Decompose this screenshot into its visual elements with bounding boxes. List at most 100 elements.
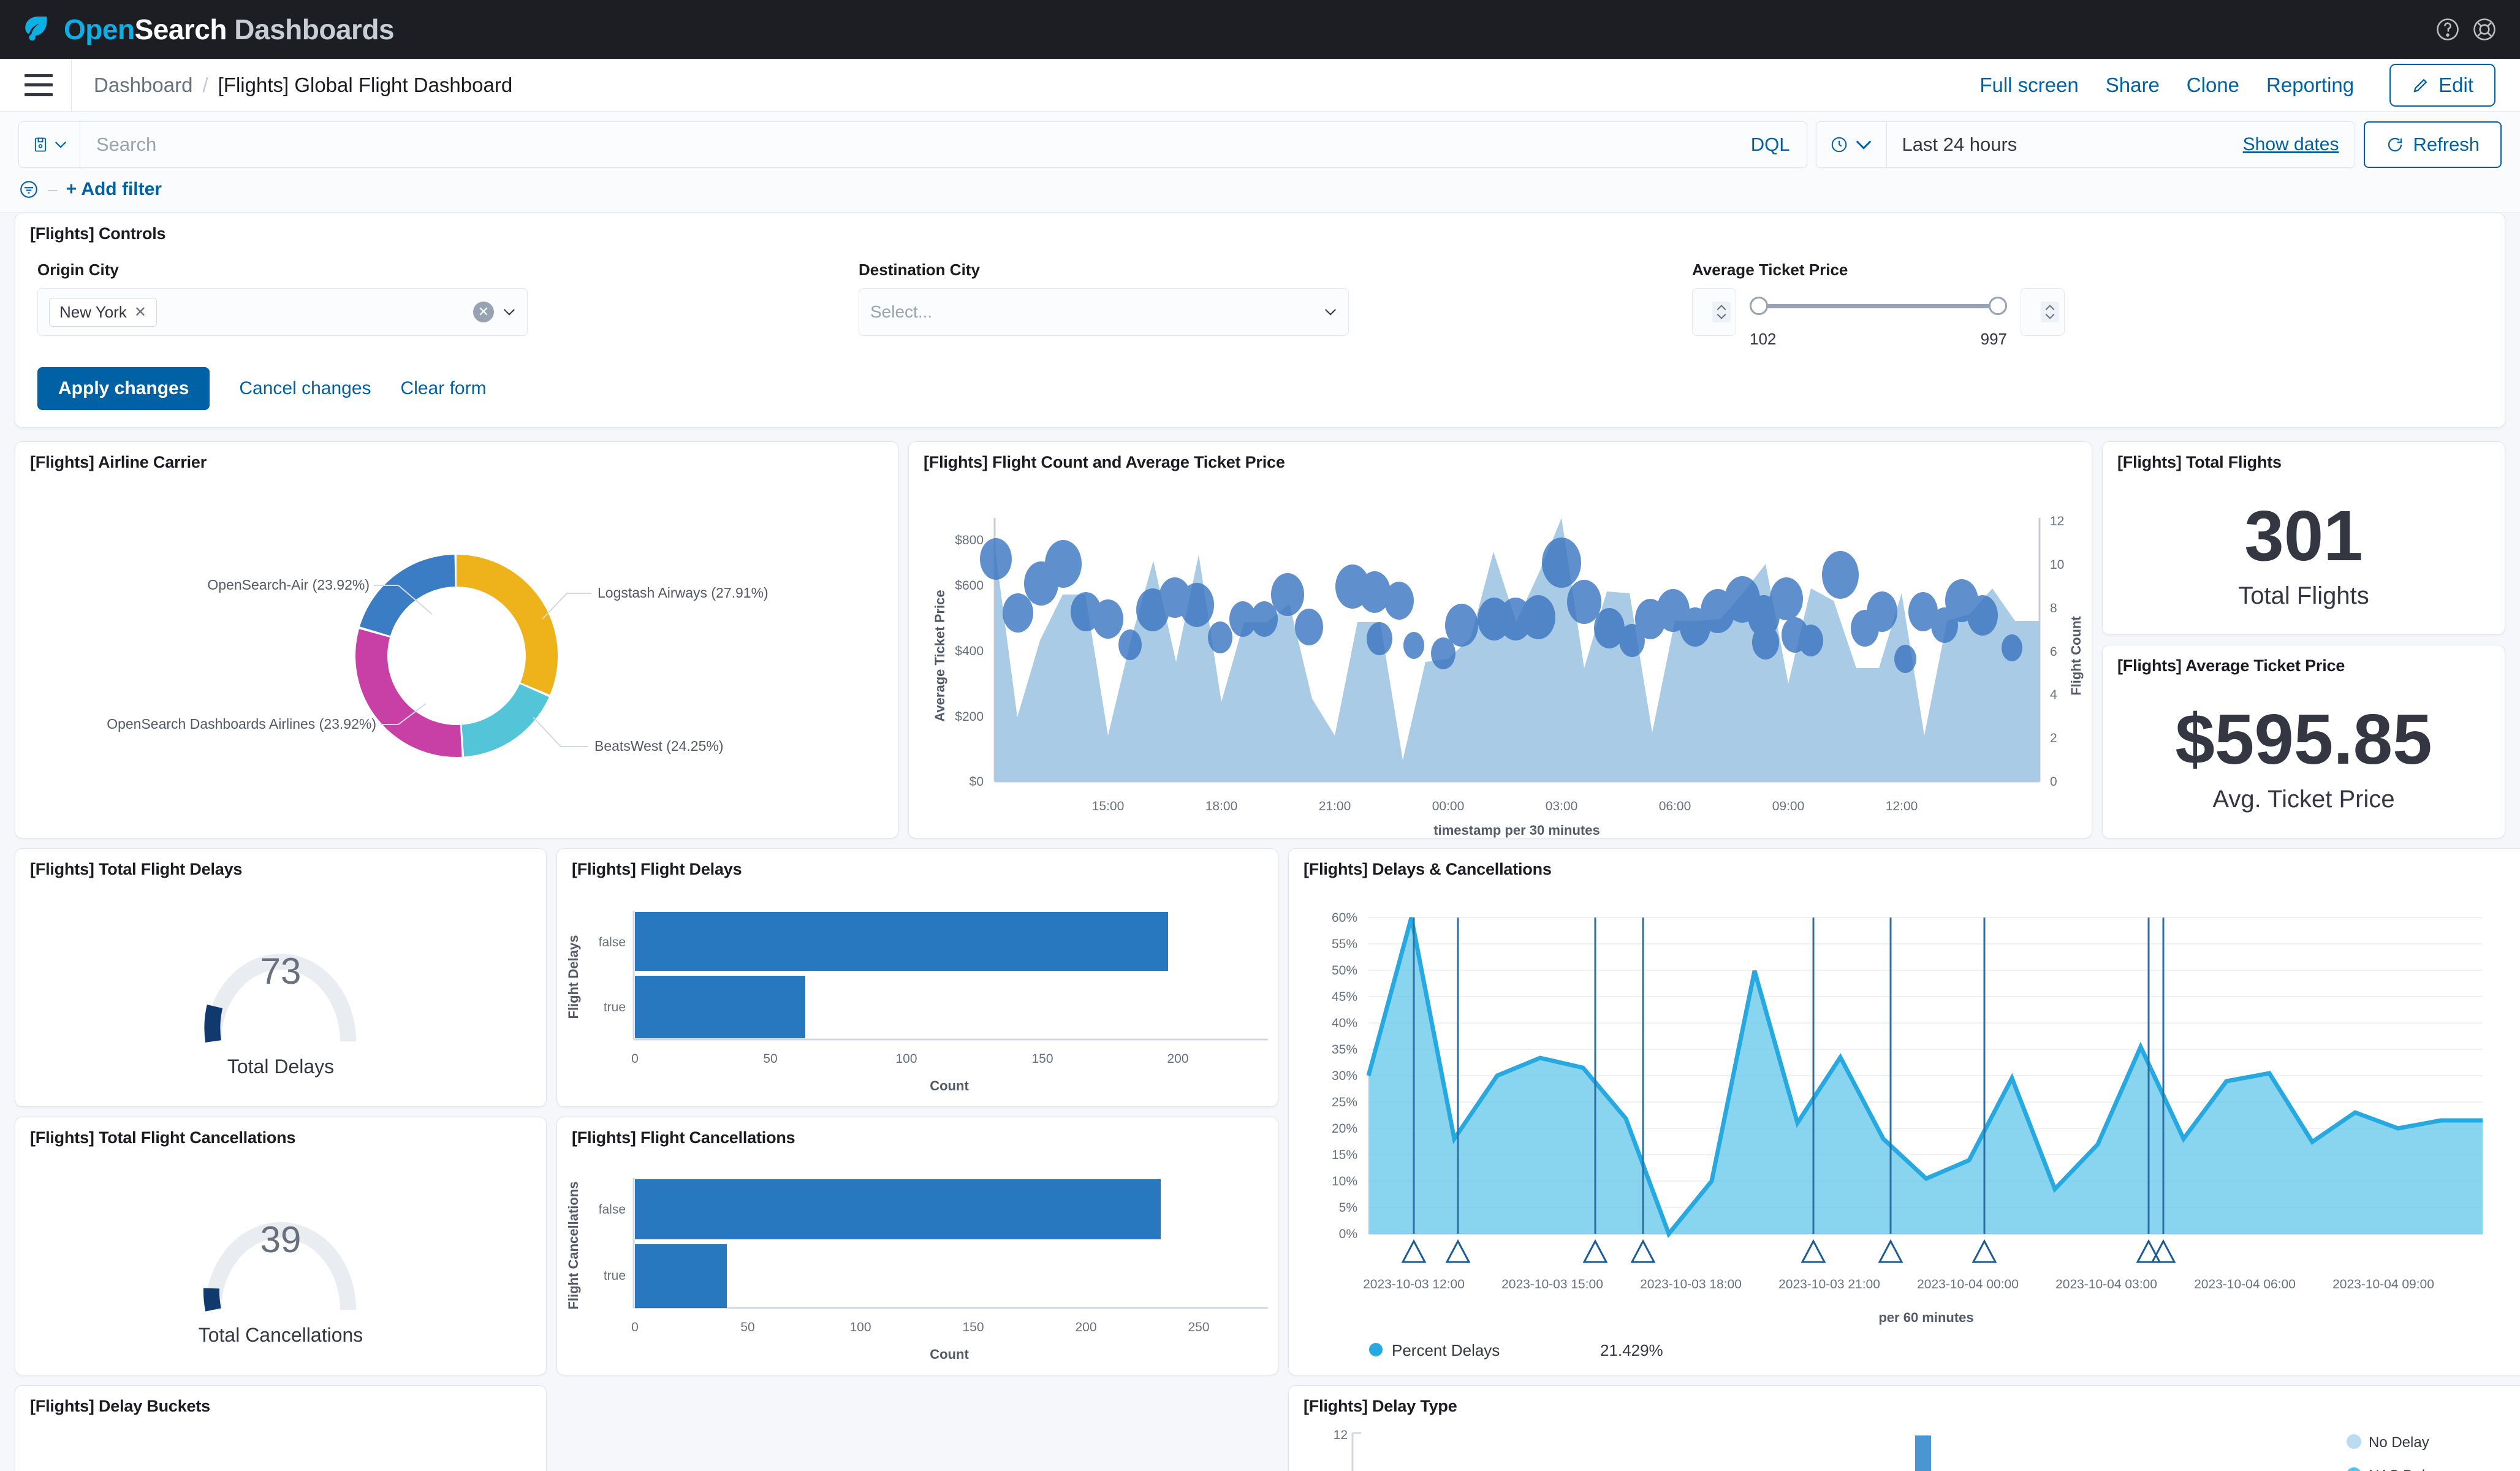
delays-cancellations-area-chart[interactable]: 60% 55% 50% 45% 40% 35% 30% 25% 20% 15% 10% 5%… [1289, 879, 2520, 1375]
dataset-selector-button[interactable] [19, 122, 80, 167]
average-ticket-price-label: Avg. Ticket Price [2212, 785, 2395, 813]
gauges-column: [Flights] Total Flight Delays 73 Total D… [15, 848, 547, 1471]
legend-label-percent-delays[interactable]: Percent Delays [1392, 1341, 1500, 1359]
time-range-label[interactable]: Last 24 hours [1887, 134, 2242, 156]
average-ticket-price-value: $595.85 [2175, 699, 2432, 779]
price-max-stepper[interactable] [2021, 288, 2065, 336]
svg-text:0%: 0% [1339, 1227, 1357, 1241]
svg-text:2023-10-04 09:00: 2023-10-04 09:00 [2332, 1277, 2434, 1291]
flight-delays-title: [Flights] Flight Delays [572, 860, 742, 878]
origin-city-control: Origin City New York ✕ ✕ [37, 260, 859, 349]
header-icon-group [2434, 16, 2498, 43]
airline-carrier-donut-chart[interactable]: OpenSearch-Air (23.92%) Logstash Airways… [15, 472, 898, 840]
svg-text:00:00: 00:00 [1432, 799, 1465, 813]
svg-text:50: 50 [740, 1320, 754, 1334]
donut-slice-opensearch-air[interactable] [360, 555, 455, 636]
svg-text:15%: 15% [1332, 1148, 1357, 1162]
delay-type-bar[interactable] [1915, 1435, 1931, 1471]
origin-city-select[interactable]: New York ✕ ✕ [37, 288, 528, 336]
flight-count-area-bubble-chart[interactable]: $0$200 $400$600 $800 02 46 810 12 15:00 … [909, 472, 2092, 840]
flight-delays-cat-true: true [604, 1000, 626, 1014]
price-min-stepper[interactable] [1692, 288, 1736, 336]
date-quick-select-button[interactable] [1816, 122, 1888, 167]
add-filter-button[interactable]: + Add filter [66, 179, 162, 200]
flight-delays-bar-chart[interactable]: false true 0 50 100 150 200 Count Flight D… [557, 879, 1278, 1107]
delays-x-axis-title: per 60 minutes [1878, 1310, 1973, 1325]
flight-cancellations-bar-chart[interactable]: false true 0 50 100 150 200 250 Count Fligh… [557, 1147, 1278, 1375]
bar-true[interactable] [635, 1244, 727, 1308]
destination-city-select[interactable]: Select... [859, 288, 1349, 336]
refresh-icon [2388, 137, 2402, 152]
flight-cancellations-x-title: Count [930, 1347, 969, 1362]
breadcrumb-parent[interactable]: Dashboard [94, 74, 192, 97]
clock-icon [1832, 137, 1847, 153]
price-range-slider[interactable]: 102 997 [1750, 288, 2007, 349]
total-flight-cancellations-panel: [Flights] Total Flight Cancellations 39 … [15, 1117, 547, 1375]
svg-text:30%: 30% [1332, 1069, 1357, 1083]
query-language-button[interactable]: DQL [1734, 122, 1807, 167]
slider-handle-min[interactable] [1750, 297, 1768, 315]
total-flight-delays-panel: [Flights] Total Flight Delays 73 Total D… [15, 848, 547, 1107]
close-icon[interactable]: ✕ [134, 303, 146, 321]
cancellation-warning-icons[interactable] [1401, 1239, 2176, 1263]
svg-text:15:00: 15:00 [1092, 799, 1125, 813]
refresh-button[interactable]: Refresh [2364, 121, 2502, 168]
full-screen-button[interactable]: Full screen [1979, 74, 2078, 97]
clear-all-icon[interactable]: ✕ [473, 302, 494, 322]
show-dates-button[interactable]: Show dates [2243, 134, 2355, 155]
life-ring-icon[interactable] [2471, 16, 2498, 43]
svg-text:09:00: 09:00 [1772, 799, 1805, 813]
chevron-down-icon[interactable] [1324, 308, 1337, 316]
bar-false[interactable] [635, 1179, 1161, 1239]
clear-form-button[interactable]: Clear form [401, 378, 487, 399]
filter-bar: – + Add filter [18, 168, 2502, 212]
svg-text:10%: 10% [1332, 1174, 1357, 1188]
edit-button[interactable]: Edit [2389, 63, 2495, 107]
average-ticket-price-control: Average Ticket Price 102 997 [1692, 260, 2483, 349]
svg-text:50: 50 [763, 1052, 777, 1066]
svg-text:0: 0 [631, 1052, 639, 1066]
clone-button[interactable]: Clone [2187, 74, 2239, 97]
legend-label-no-delay[interactable]: No Delay [2369, 1434, 2429, 1451]
donut-slice-opensearch-dashboards-airlines[interactable] [355, 629, 462, 758]
donut-slice-logstash-airways[interactable] [457, 555, 558, 695]
brand-dashboards: Dashboards [234, 13, 395, 45]
help-circle-icon[interactable] [2434, 16, 2461, 43]
bar-false[interactable] [635, 912, 1168, 971]
brand-logo-area[interactable]: OpenSearch Dashboards [22, 12, 395, 47]
flight-delays-x-title: Count [930, 1078, 969, 1093]
origin-city-label: Origin City [37, 260, 119, 279]
search-input[interactable] [80, 122, 1734, 167]
origin-city-selected-pill[interactable]: New York ✕ [49, 297, 157, 327]
flight-count-y2-axis-title: Flight Count [2068, 616, 2084, 696]
delay-buckets-panel: [Flights] Delay Buckets [15, 1385, 547, 1471]
flight-cancellations-cat-false: false [599, 1203, 626, 1217]
reporting-button[interactable]: Reporting [2266, 74, 2354, 97]
legend-label-nas-delay[interactable]: NAS Delay [2369, 1467, 2440, 1471]
delays-x-axis-ticks: 2023-10-03 12:00 2023-10-03 15:00 2023-10… [1363, 1277, 2434, 1291]
apply-changes-button[interactable]: Apply changes [37, 367, 210, 410]
app-header: OpenSearch Dashboards [0, 0, 2520, 59]
bar-true[interactable] [635, 976, 805, 1038]
chevron-down-icon [55, 142, 66, 148]
svg-text:2023-10-03 18:00: 2023-10-03 18:00 [1640, 1277, 1742, 1291]
breadcrumb-bar: Dashboard / [Flights] Global Flight Dash… [0, 58, 2520, 112]
slider-handle-max[interactable] [1989, 297, 2007, 315]
flight-count-y-axis-ticks: $0 $200 $400 $600 $800 [955, 533, 984, 789]
chevron-down-icon[interactable] [503, 308, 516, 316]
flight-count-panel: [Flights] Flight Count and Average Ticke… [908, 441, 2092, 838]
hamburger-menu-icon[interactable] [25, 74, 53, 96]
average-ticket-price-title: [Flights] Average Ticket Price [2117, 656, 2345, 675]
filter-icon[interactable] [18, 179, 39, 200]
svg-text:60%: 60% [1332, 911, 1357, 925]
svg-text:2023-10-03 12:00: 2023-10-03 12:00 [1363, 1277, 1465, 1291]
delay-type-bar-chart[interactable]: 12 No Delay NAS Delay [1289, 1416, 2520, 1471]
average-ticket-price-label: Average Ticket Price [1692, 260, 1848, 279]
svg-text:$200: $200 [955, 710, 984, 724]
average-ticket-price-panel: [Flights] Average Ticket Price $595.85 A… [2102, 645, 2505, 838]
share-button[interactable]: Share [2106, 74, 2160, 97]
legend-dot-nas-delay [2347, 1467, 2361, 1471]
cancel-changes-button[interactable]: Cancel changes [239, 378, 371, 399]
flight-delays-x-ticks: 0 50 100 150 200 [631, 1052, 1188, 1066]
svg-text:0: 0 [631, 1320, 639, 1334]
